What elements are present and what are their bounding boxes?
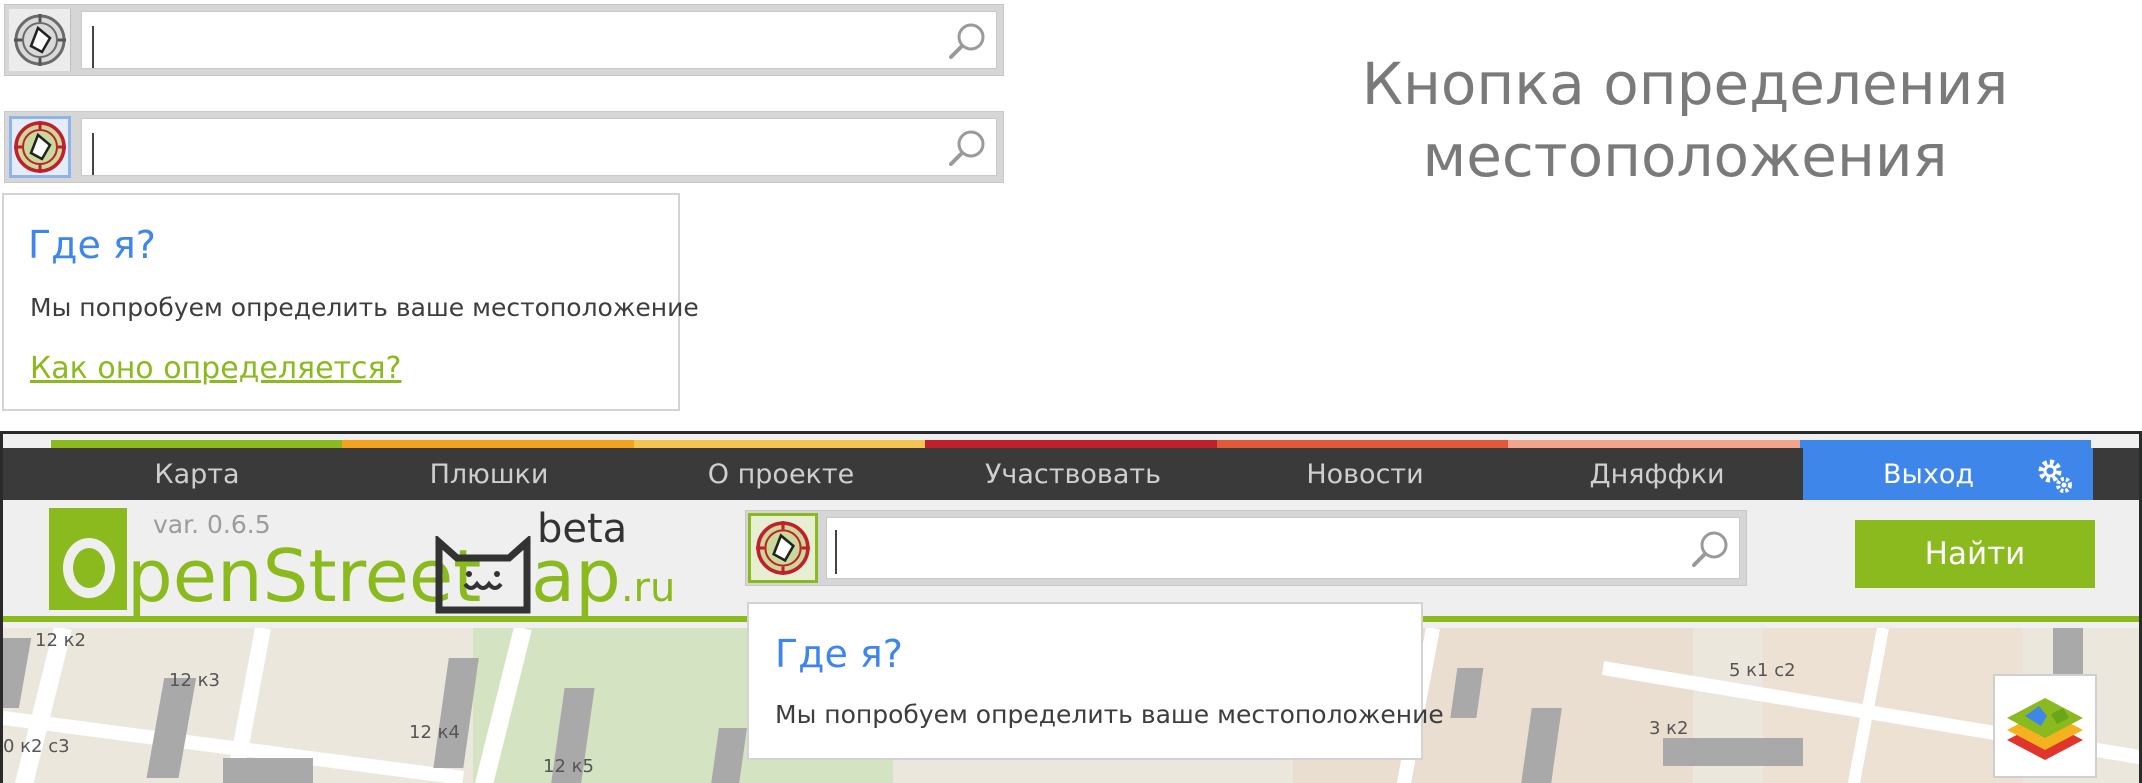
search-input-default[interactable] (81, 11, 997, 69)
map-label: 3 к2 (1649, 718, 1689, 739)
search-field-app (745, 510, 1747, 586)
logo[interactable]: penStreet (127, 534, 481, 618)
cat-logo-icon (435, 536, 531, 614)
logo-suffix: .ru (620, 565, 676, 611)
tooltip-title: Где я? (775, 632, 903, 676)
logo-tail: ap.ru (531, 534, 675, 618)
tooltip-title: Где я? (28, 223, 156, 267)
strip-segment (1799, 440, 2091, 448)
logo-text-map: ap (531, 534, 621, 618)
magnifier-icon[interactable] (945, 126, 989, 170)
magnifier-icon[interactable] (945, 19, 989, 63)
locate-tooltip-app: Где я? Мы попробуем определить ваше мест… (747, 602, 1444, 760)
heading-line-1: Кнопка определения (1361, 50, 2009, 118)
nav-color-strip (51, 440, 2091, 448)
logo-o-icon (49, 508, 127, 610)
tooltip-text: Мы попробуем определить ваше местоположе… (30, 293, 699, 322)
map-label: 12 к2 (35, 630, 86, 651)
locate-target-icon (14, 121, 66, 173)
magnifier-icon[interactable] (1688, 527, 1732, 571)
map-label: 12 к5 (543, 756, 594, 777)
search-field-default (4, 4, 1004, 76)
logout-button[interactable]: Выход (1803, 448, 2093, 500)
strip-segment (1216, 440, 1509, 448)
strip-segment (925, 440, 1217, 448)
nav-item-diffs[interactable]: Дняффки (1511, 448, 1803, 500)
logout-label: Выход (1883, 458, 1975, 490)
app-window: Карта Плюшки О проекте Участвовать Новос… (0, 431, 2142, 783)
text-caret (92, 133, 94, 175)
map-label: 0 к2 с3 (3, 736, 70, 757)
search-input-app[interactable] (826, 517, 1740, 579)
nav-item-participate[interactable]: Участвовать (927, 448, 1219, 500)
map-label: 12 к4 (409, 722, 460, 743)
map-label: 5 к1 с2 (1729, 660, 1796, 681)
map-layers-button[interactable] (1993, 674, 2097, 778)
how-detected-link[interactable]: Как оно определяется? (30, 351, 401, 386)
strip-segment (342, 440, 634, 448)
search-field-active (4, 111, 1004, 183)
top-navigation: Карта Плюшки О проекте Участвовать Новос… (3, 448, 2139, 500)
locate-button-default[interactable] (9, 9, 71, 71)
text-caret (92, 26, 94, 68)
search-input-active[interactable] (81, 118, 997, 176)
gear-icon[interactable] (2033, 454, 2077, 498)
tooltip-text: Мы попробуем определить ваше местоположе… (775, 700, 1444, 729)
map-layers-icon (2007, 698, 2083, 760)
nav-item-news[interactable]: Новости (1219, 448, 1511, 500)
logo-text-open: penStreet (127, 534, 482, 618)
locate-tooltip: Где я? Мы попробуем определить ваше мест… (2, 193, 699, 411)
text-caret (835, 530, 837, 574)
locate-target-icon (13, 14, 66, 66)
locate-target-icon (756, 521, 810, 575)
locate-button-app[interactable] (748, 513, 818, 583)
page-heading: Кнопка определения местоположения (1270, 48, 2100, 192)
strip-segment (633, 440, 926, 448)
strip-segment (51, 440, 343, 448)
heading-line-2: местоположения (1422, 122, 1948, 190)
nav-item-about[interactable]: О проекте (635, 448, 927, 500)
map-label: 12 к3 (169, 670, 220, 691)
nav-item-extras[interactable]: Плюшки (343, 448, 635, 500)
strip-segment (1508, 440, 1800, 448)
locate-button-active[interactable] (9, 116, 71, 178)
find-button[interactable]: Найти (1855, 520, 2095, 588)
nav-item-map[interactable]: Карта (51, 448, 343, 500)
